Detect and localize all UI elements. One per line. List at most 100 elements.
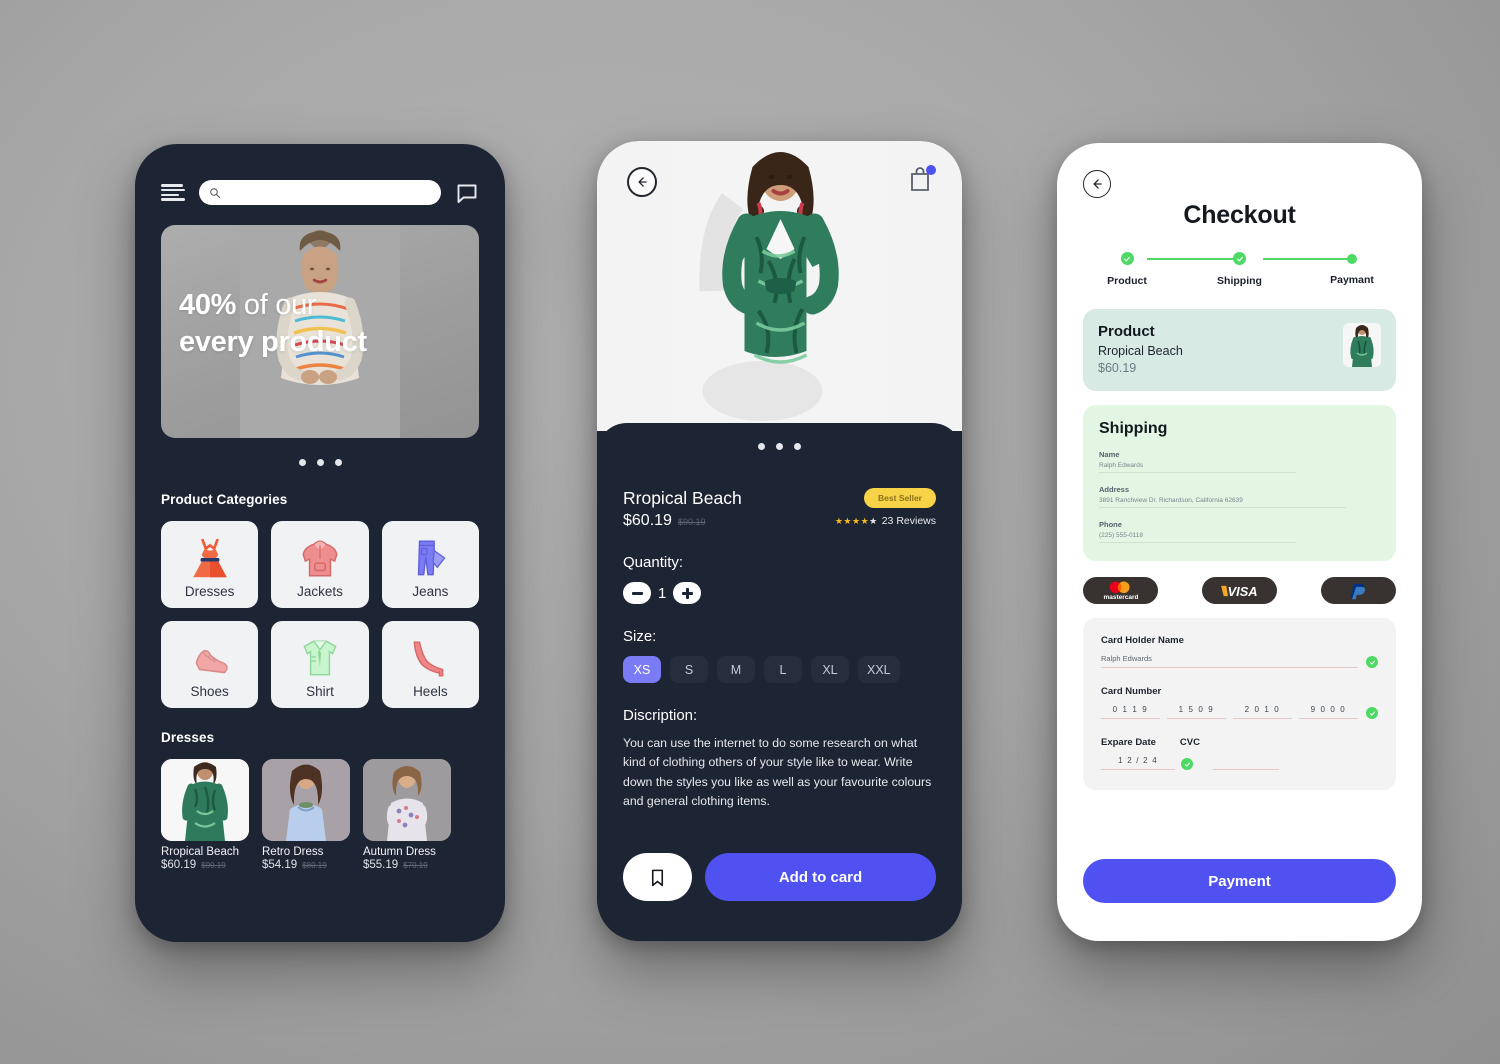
search-icon — [210, 187, 220, 198]
checkout-stepper: Product Shipping Paymant — [1091, 252, 1388, 287]
product-title-row: Rropical Beach $60.19 $90.19 Best Seller… — [623, 488, 936, 530]
product-price: $54.19 — [262, 859, 298, 871]
add-to-cart-button[interactable]: Add to card — [705, 853, 936, 901]
carousel-dot[interactable] — [334, 459, 342, 466]
payment-method-mastercard[interactable]: mastercard — [1083, 577, 1158, 604]
tropical-beach-dress-photo — [161, 759, 249, 841]
payment-button[interactable]: Payment — [1083, 859, 1396, 903]
category-card-heels[interactable]: Heels — [381, 621, 479, 708]
payment-method-visa[interactable]: VISA — [1202, 577, 1277, 604]
step-dot-complete — [1233, 252, 1246, 265]
category-card-jeans[interactable]: Jeans — [381, 521, 479, 608]
hero-banner[interactable]: 40% of our every product — [161, 225, 479, 438]
card-number-segment-4[interactable]: 9 0 0 0 — [1299, 705, 1358, 719]
carousel-dot[interactable] — [298, 459, 306, 466]
search-input[interactable] — [227, 186, 431, 199]
card-number-segment-2[interactable]: 1 5 0 9 — [1167, 705, 1226, 719]
category-grid: Dresses Jackets Jeans Shoes Shirt Heels — [161, 521, 479, 708]
product-title-block: Rropical Beach $60.19 $90.19 — [623, 488, 742, 530]
product-name: Rropical Beach — [161, 846, 239, 858]
sheet-carousel-dots[interactable] — [623, 423, 936, 450]
check-circle-icon — [1366, 656, 1378, 668]
phone-home-screen: 40% of our every product Product Categor… — [135, 144, 505, 942]
tropical-beach-dress-thumb — [1343, 323, 1381, 367]
hamburger-menu-icon[interactable] — [161, 184, 185, 201]
back-button[interactable] — [1083, 170, 1111, 198]
category-card-shirt[interactable]: Shirt — [271, 621, 369, 708]
product-old-price: $70.19 — [403, 861, 428, 870]
sheet-dot[interactable] — [776, 443, 783, 450]
minus-icon — [631, 591, 643, 595]
size-option-xs[interactable]: XS — [623, 656, 661, 683]
product-summary-text: Product Rropical Beach $60.19 — [1098, 323, 1183, 375]
category-card-shoes[interactable]: Shoes — [161, 621, 259, 708]
carousel-dot[interactable] — [316, 459, 324, 466]
size-option-m[interactable]: M — [717, 656, 755, 683]
high-heel-icon — [413, 641, 444, 677]
category-label: Jackets — [297, 584, 343, 599]
chat-bubble-icon[interactable] — [455, 181, 479, 205]
card-holder-row: Ralph Edwards — [1101, 654, 1378, 668]
product-summary-card[interactable]: Product Rropical Beach $60.19 — [1083, 309, 1396, 391]
size-option-s[interactable]: S — [670, 656, 708, 683]
mastercard-logo: mastercard — [1103, 581, 1138, 601]
rating-row: ★★★★★ 23 Reviews — [835, 515, 936, 527]
product-meta-block: Best Seller ★★★★★ 23 Reviews — [835, 488, 936, 527]
category-label: Heels — [413, 684, 448, 699]
star-rating: ★★★★★ — [834, 515, 878, 526]
product-card[interactable]: Rropical Beach $60.19 $90.19 — [161, 759, 249, 871]
hero-line1-rest: of our — [236, 289, 317, 321]
shipping-field-phone[interactable]: Phone (225) 555-0118 — [1099, 520, 1380, 543]
bookmark-icon — [651, 869, 664, 886]
quantity-increase-button[interactable] — [673, 582, 702, 604]
product-card[interactable]: Retro Dress $54.19 $80.19 — [262, 759, 350, 871]
product-name: Rropical Beach — [623, 488, 742, 508]
card-number-segment-1[interactable]: 0 1 1 9 — [1101, 705, 1160, 719]
category-card-dresses[interactable]: Dresses — [161, 521, 259, 608]
product-price-row: $60.19 $90.19 — [623, 512, 742, 530]
sheet-dot[interactable] — [758, 443, 765, 450]
check-icon — [1369, 660, 1375, 665]
phone-product-detail-screen: Rropical Beach $60.19 $90.19 Best Seller… — [597, 141, 962, 941]
bookmark-button[interactable] — [623, 853, 692, 901]
category-label: Dresses — [184, 584, 235, 599]
card-holder-label: Card Holder Name — [1101, 635, 1184, 646]
size-option-xl[interactable]: XL — [811, 656, 849, 683]
check-icon — [1369, 711, 1375, 716]
cvc-input[interactable] — [1213, 756, 1279, 770]
quantity-stepper[interactable]: 1 — [623, 582, 936, 604]
shipping-field-address[interactable]: Address 3891 Ranchview Dr. Richardson, C… — [1099, 485, 1380, 508]
card-holder-input[interactable]: Ralph Edwards — [1101, 654, 1358, 668]
description-label: Discription: — [623, 707, 698, 724]
product-price-row: $54.19 $80.19 — [262, 859, 350, 871]
shipping-summary-card[interactable]: Shipping Name Ralph Edwards Address 3891… — [1083, 405, 1396, 561]
search-bar[interactable] — [199, 180, 441, 205]
shipping-field-value: Ralph Edwards — [1099, 462, 1296, 473]
card-number-segment-3[interactable]: 2 0 1 0 — [1233, 705, 1292, 719]
cart-badge — [926, 165, 936, 175]
phone-checkout-screen: Checkout Product Shipping Paymant Produc… — [1057, 143, 1422, 941]
check-icon — [1236, 256, 1243, 261]
category-card-jackets[interactable]: Jackets — [271, 521, 369, 608]
page-title: Checkout — [1183, 201, 1296, 229]
payment-method-paypal[interactable] — [1321, 577, 1396, 604]
size-option-xxl[interactable]: XXL — [858, 656, 900, 683]
dresses-product-row: Rropical Beach $60.19 $90.19 Retro Dress — [161, 759, 479, 871]
expire-date-input[interactable]: 1 2 / 2 4 — [1101, 756, 1175, 770]
expire-date-label: Expare Date — [1101, 737, 1156, 748]
product-price: $60.19 — [161, 859, 197, 871]
carousel-dots[interactable] — [135, 459, 505, 466]
sheet-dot[interactable] — [794, 443, 801, 450]
back-button[interactable] — [627, 167, 657, 197]
jeans-icon — [418, 540, 446, 576]
quantity-decrease-button[interactable] — [623, 582, 651, 604]
product-old-price: $90.19 — [201, 861, 226, 870]
shipping-field-label: Phone — [1099, 520, 1122, 529]
product-old-price: $80.19 — [302, 861, 327, 870]
shipping-field-name[interactable]: Name Ralph Edwards — [1099, 450, 1380, 473]
product-card[interactable]: Autumn Dress $55.19 $70.19 — [363, 759, 451, 871]
size-option-l[interactable]: L — [764, 656, 802, 683]
cart-button[interactable] — [908, 165, 936, 194]
product-name: Retro Dress — [262, 846, 324, 858]
shipping-field-value: 3891 Ranchview Dr. Richardson, Californi… — [1099, 497, 1347, 508]
